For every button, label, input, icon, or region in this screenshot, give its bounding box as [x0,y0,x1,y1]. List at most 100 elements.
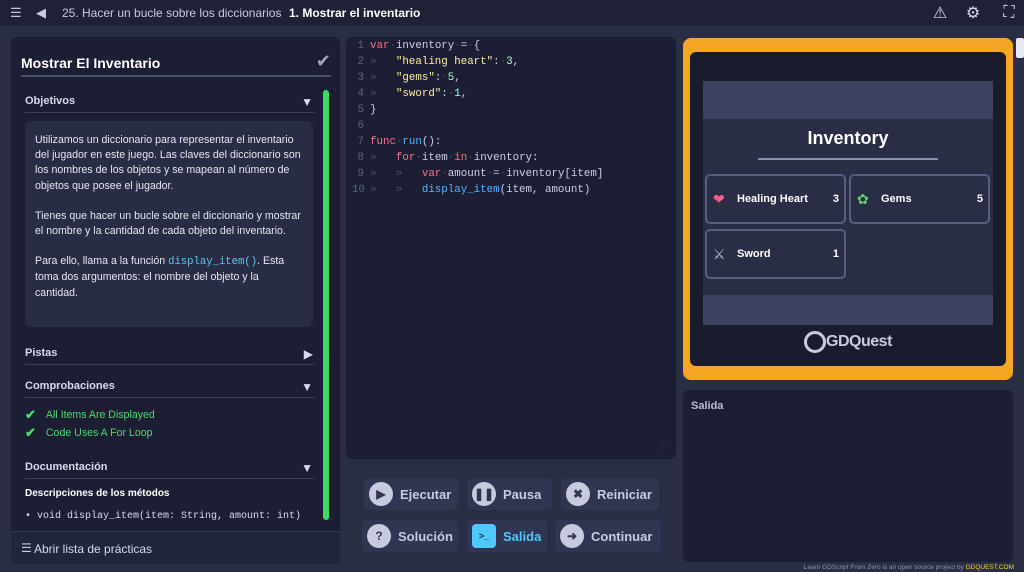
section-objectives[interactable]: Objetivos ▼ [25,91,315,113]
section-docs[interactable]: Documentación ▼ [25,457,315,479]
practice-header: Mostrar El Inventario ✔ [21,47,331,77]
collapse-arrow-icon[interactable]: ▼ [301,95,313,109]
code-token: item [421,152,448,164]
open-practice-list-button[interactable]: ☰ Abrir lista de prácticas [11,531,340,564]
code-token: func [370,136,396,148]
instructions-panel: Mostrar El Inventario ✔ Objetivos ▼ Util… [11,37,340,564]
footer-credit: Learn GDScript From Zero is an open sour… [804,564,1014,571]
code-line[interactable]: 4» "sword":·1, [346,88,676,104]
code-token: : [532,152,539,164]
code-token: "healing heart" [395,56,494,68]
line-number: 10 [352,184,365,196]
reset-button[interactable]: ✖ Reiniciar [561,478,659,510]
section-objectives-label: Objetivos [25,95,76,107]
output-button-label: Salida [503,528,542,544]
code-token: { [473,40,481,52]
output-panel: Salida [683,390,1013,562]
scrollbar[interactable] [323,90,329,520]
continue-button[interactable]: ➜ Continuar [555,520,661,552]
code-line[interactable]: 10» » display_item(item, amount) [346,184,676,200]
code-token: inventory[item] [506,168,604,180]
code-line[interactable]: 9» » var·amount·=·inventory[item] [346,168,676,184]
code-line[interactable]: 1 var·inventory·=·{ [346,40,676,56]
inventory-window: Inventory ❤ Healing Heart 3 ✿ Gems 5 ⚔ S… [703,81,993,325]
docs-subtitle: Descripciones de los métodos [25,488,170,499]
check-passed-icon: ✔ [25,407,36,422]
item-count: 3 [832,193,839,205]
breadcrumb-practice: 1. Mostrar el inventario [289,6,421,20]
code-line[interactable]: 2» "healing heart":·3, [346,56,676,72]
footer-link[interactable]: GDQUEST.COM [966,564,1014,571]
resize-handle-icon[interactable]: ⋰ [659,441,668,451]
code-token: amount [447,168,487,180]
window-bottom-band [703,295,993,325]
gdquest-gear-icon [804,331,827,353]
collapse-arrow-icon[interactable]: ▼ [301,380,313,394]
pause-button[interactable]: ❚❚ Pausa [467,478,552,510]
code-line[interactable]: 5} [346,104,676,120]
code-token: inventory [473,152,533,164]
output-button[interactable]: >_ Salida [467,520,547,552]
function-name-code: display_item() [168,256,258,269]
arrow-right-icon: ➜ [560,524,584,548]
collapse-arrow-icon[interactable]: ▼ [301,461,313,475]
run-button-label: Ejecutar [400,486,452,502]
line-number: 5 [357,104,364,116]
footer-text: Learn GDScript From Zero is an open sour… [803,564,964,571]
inventory-title: Inventory [807,128,889,148]
code-token: in [454,152,468,164]
game-preview-screen: Inventory ❤ Healing Heart 3 ✿ Gems 5 ⚔ S… [690,52,1006,366]
code-line[interactable]: 8» for·item·in·inventory: [346,152,676,168]
solution-button[interactable]: ? Solución [362,520,458,552]
code-line[interactable]: 7 func·run(): [346,136,676,152]
code-line[interactable]: 6 [346,120,676,136]
sword-icon: ⚔ [713,246,726,262]
code-token: "sword" [395,88,442,100]
title-divider [758,158,938,160]
question-icon: ? [367,524,391,548]
code-editor[interactable]: 1 var·inventory·=·{ 2» "healing heart":·3… [346,37,676,459]
line-number: 8 [357,152,364,164]
code-token: for [395,152,416,164]
window-top-band [703,81,993,119]
side-tab[interactable] [1016,38,1024,58]
practice-title: Mostrar El Inventario [21,55,161,71]
expand-arrow-icon[interactable]: ▶ [304,347,313,361]
warning-icon[interactable]: ⚠ [930,3,950,23]
code-token: } [370,104,377,116]
item-name: Sword [737,248,771,260]
solution-button-label: Solución [398,528,453,544]
line-number: 2 [357,56,364,68]
continue-button-label: Continuar [591,528,653,544]
play-icon: ▶ [369,482,393,506]
code-token: , [454,72,461,84]
run-button[interactable]: ▶ Ejecutar [364,478,458,510]
menu-icon[interactable]: ☰ [10,5,22,21]
output-panel-label: Salida [691,400,724,412]
code-token: var [421,168,442,180]
code-token: "gems" [395,72,435,84]
checkmark-icon: ✔ [315,51,331,71]
code-token: display_item [421,184,500,196]
fullscreen-icon[interactable]: ⛶ [999,3,1019,23]
section-checks[interactable]: Comprobaciones ▼ [25,376,315,398]
objectives-paragraph: Utilizamos un diccionario para represent… [35,134,301,192]
inventory-slot: ⚔ Sword 1 [705,229,846,279]
item-count: 5 [976,193,983,205]
section-hints[interactable]: Pistas ▶ [25,343,315,365]
back-arrow-icon[interactable]: ◀ [36,5,46,21]
list-icon: ☰ [21,541,32,555]
check-item: ✔ Code Uses A For Loop [25,425,153,441]
objectives-paragraph: Para ello, llama a la función display_it… [35,254,303,301]
breadcrumb-lesson[interactable]: 25. Hacer un bucle sobre los diccionario… [62,6,281,20]
line-number: 4 [357,88,364,100]
code-token: inventory [395,40,455,52]
settings-gear-icon[interactable]: ⚙ [963,3,983,23]
objectives-text: Utilizamos un diccionario para represent… [25,121,313,327]
game-preview-frame: Inventory ❤ Healing Heart 3 ✿ Gems 5 ⚔ S… [683,38,1013,380]
open-practice-list-label: Abrir lista de prácticas [34,542,153,556]
line-number: 3 [357,72,364,84]
gdquest-logo: GDQuest [690,331,1006,353]
docs-method-signature: • void display_item(item: String, amount… [25,511,302,522]
code-line[interactable]: 3» "gems":·5, [346,72,676,88]
